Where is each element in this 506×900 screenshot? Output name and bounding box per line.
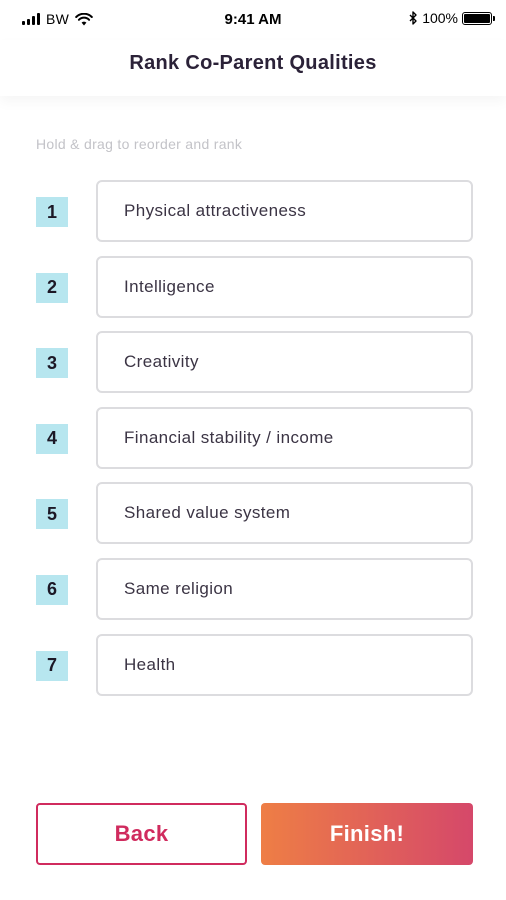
back-button[interactable]: Back bbox=[36, 803, 247, 865]
battery-icon bbox=[462, 11, 495, 25]
quality-card-same-religion[interactable]: Same religion bbox=[96, 557, 473, 620]
rank-row[interactable]: 3 Creativity bbox=[36, 331, 474, 395]
rank-number-badge: 5 bbox=[36, 499, 68, 530]
rank-row[interactable]: 4 Financial stability / income bbox=[36, 406, 474, 471]
rank-row[interactable]: 6 Same religion bbox=[36, 557, 474, 622]
quality-card-financial-stability[interactable]: Financial stability / income bbox=[96, 406, 473, 469]
quality-card-creativity[interactable]: Creativity bbox=[96, 331, 473, 394]
page-title: Rank Co-Parent Qualities bbox=[129, 52, 377, 74]
drag-hint: Hold & drag to reorder and rank bbox=[36, 136, 243, 152]
status-right: 100% bbox=[409, 10, 495, 26]
quality-card-health[interactable]: Health bbox=[96, 633, 473, 696]
finish-button[interactable]: Finish! bbox=[261, 803, 473, 865]
rank-list: 1 Physical attractiveness 2 Intelligence… bbox=[36, 180, 474, 709]
rank-row[interactable]: 1 Physical attractiveness bbox=[36, 180, 474, 244]
rank-row[interactable]: 5 Shared value system bbox=[36, 482, 474, 546]
quality-card-physical-attractiveness[interactable]: Physical attractiveness bbox=[96, 180, 473, 242]
rank-number-badge: 7 bbox=[36, 650, 68, 681]
nav-bar: Rank Co-Parent Qualities bbox=[0, 40, 506, 96]
status-bar: BW 9:41 AM 100% bbox=[0, 0, 506, 40]
battery-fill bbox=[464, 13, 490, 23]
bluetooth-icon bbox=[409, 11, 417, 25]
quality-card-shared-value-system[interactable]: Shared value system bbox=[96, 482, 473, 545]
battery-percent: 100% bbox=[422, 10, 458, 26]
rank-row[interactable]: 7 Health bbox=[36, 633, 474, 698]
quality-card-intelligence[interactable]: Intelligence bbox=[96, 255, 473, 318]
rank-number-badge: 6 bbox=[36, 574, 68, 605]
rank-number-badge: 1 bbox=[36, 197, 68, 227]
rank-number-badge: 2 bbox=[36, 272, 68, 303]
rank-row[interactable]: 2 Intelligence bbox=[36, 255, 474, 320]
rank-number-badge: 3 bbox=[36, 348, 68, 379]
rank-number-badge: 4 bbox=[36, 423, 68, 454]
